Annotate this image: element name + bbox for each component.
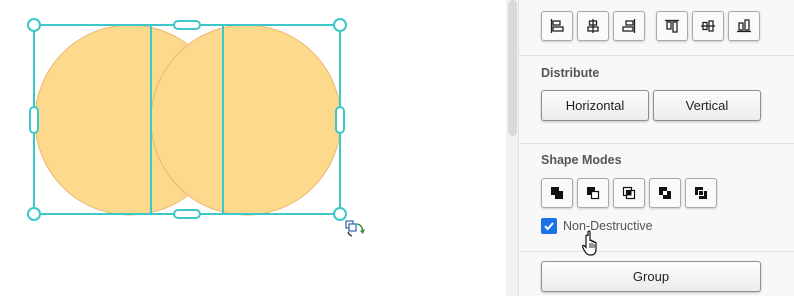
align-bottom-icon [737, 19, 751, 33]
align-center-vertical-icon [701, 20, 715, 32]
resize-handle-bottom[interactable] [173, 209, 201, 219]
group-button[interactable]: Group [541, 261, 761, 292]
duplicate-icon[interactable] [345, 220, 357, 232]
distribute-horizontal-button[interactable]: Horizontal [541, 90, 649, 121]
section-divider [519, 143, 794, 144]
shape-circle-right[interactable] [150, 24, 342, 216]
intersect-button[interactable] [613, 178, 645, 208]
resize-handle-top-left[interactable] [27, 18, 41, 32]
resize-handle-bottom-right[interactable] [333, 207, 347, 221]
distribute-vertical-button[interactable]: Vertical [653, 90, 761, 121]
shape-modes-title: Shape Modes [541, 153, 622, 167]
section-divider [519, 251, 794, 252]
align-center-horizontal-icon [587, 19, 599, 33]
checkmark-icon [544, 222, 554, 231]
align-bottom-button[interactable] [728, 11, 760, 41]
align-left-icon [550, 19, 564, 33]
exclude-icon [659, 187, 671, 199]
align-center-vertical-button[interactable] [692, 11, 724, 41]
align-left-button[interactable] [541, 11, 573, 41]
align-top-button[interactable] [656, 11, 688, 41]
intersect-icon [622, 186, 636, 200]
resize-handle-left[interactable] [29, 106, 39, 134]
minus-front-icon [587, 187, 600, 200]
resize-handle-bottom-left[interactable] [27, 207, 41, 221]
align-right-button[interactable] [613, 11, 645, 41]
non-destructive-label[interactable]: Non-Destructive [563, 219, 653, 233]
resize-handle-right[interactable] [335, 106, 345, 134]
section-divider [519, 55, 794, 56]
divide-button[interactable] [685, 178, 717, 208]
hand-cursor-icon [582, 230, 597, 256]
unite-icon [551, 187, 563, 199]
align-top-icon [665, 19, 679, 33]
align-right-icon [622, 19, 636, 33]
non-destructive-checkbox[interactable] [541, 218, 557, 234]
resize-handle-top[interactable] [173, 20, 201, 30]
scrollbar-thumb[interactable] [508, 0, 517, 136]
canvas-artwork[interactable] [0, 0, 506, 296]
exclude-button[interactable] [649, 178, 681, 208]
divide-icon [695, 187, 707, 199]
minus-front-button[interactable] [577, 178, 609, 208]
unite-button[interactable] [541, 178, 573, 208]
align-center-horizontal-button[interactable] [577, 11, 609, 41]
canvas[interactable] [0, 0, 506, 296]
distribute-title: Distribute [541, 66, 600, 80]
resize-handle-top-right[interactable] [333, 18, 347, 32]
properties-panel: Distribute Horizontal Vertical Shape Mod… [518, 0, 794, 296]
